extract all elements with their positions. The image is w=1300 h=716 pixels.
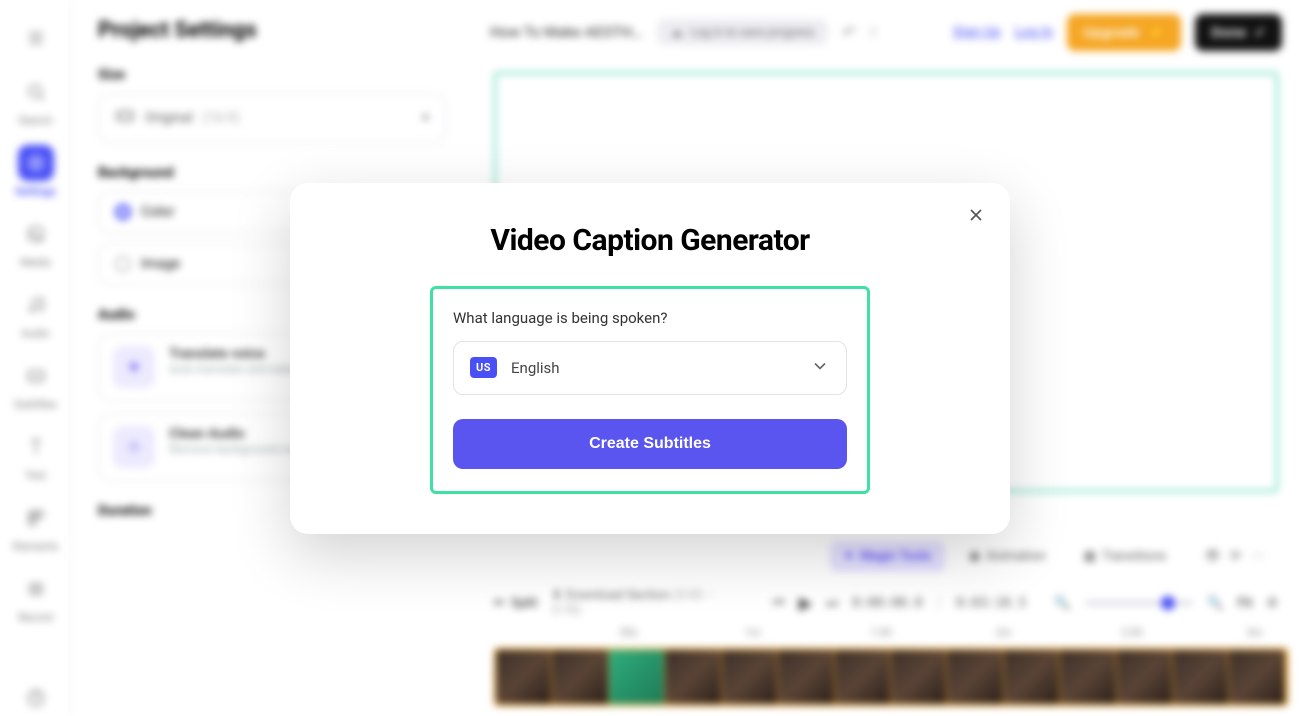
modal-title: Video Caption Generator	[336, 223, 964, 258]
modal-highlight-box: What language is being spoken? US Englis…	[430, 286, 870, 494]
close-button[interactable]	[964, 203, 988, 227]
modal-overlay: Video Caption Generator What language is…	[0, 0, 1300, 716]
caption-generator-modal: Video Caption Generator What language is…	[290, 183, 1010, 534]
flag-badge: US	[470, 357, 497, 378]
language-question: What language is being spoken?	[453, 309, 847, 327]
language-select[interactable]: US English	[453, 341, 847, 395]
language-name: English	[511, 359, 560, 377]
chevron-down-icon	[810, 356, 830, 380]
create-subtitles-button[interactable]: Create Subtitles	[453, 419, 847, 469]
close-icon	[966, 205, 986, 225]
